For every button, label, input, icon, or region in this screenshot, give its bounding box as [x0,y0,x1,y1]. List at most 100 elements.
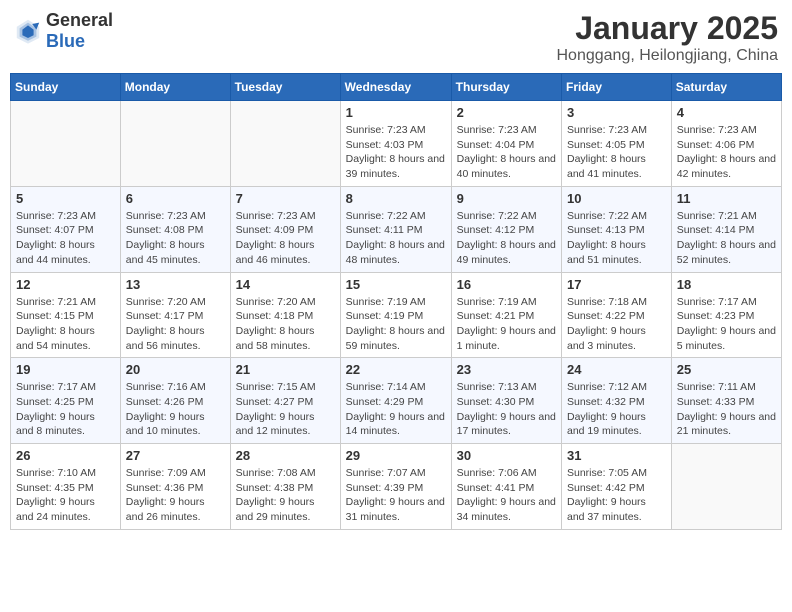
day-info: Sunrise: 7:10 AM Sunset: 4:35 PM Dayligh… [16,466,115,525]
logo-blue: Blue [46,31,85,51]
calendar-cell [230,101,340,187]
page-title: January 2025 [557,10,779,47]
calendar-week-4: 19 Sunrise: 7:17 AM Sunset: 4:25 PM Dayli… [11,358,782,444]
day-number: 1 [346,105,446,120]
day-number: 23 [457,362,556,377]
calendar-cell: 17 Sunrise: 7:18 AM Sunset: 4:22 PM Dayli… [562,272,672,358]
calendar-cell [120,101,230,187]
weekday-header-row: SundayMondayTuesdayWednesdayThursdayFrid… [11,74,782,101]
day-number: 30 [457,448,556,463]
day-number: 15 [346,277,446,292]
calendar-cell: 30 Sunrise: 7:06 AM Sunset: 4:41 PM Dayli… [451,444,561,530]
day-number: 24 [567,362,666,377]
day-number: 27 [126,448,225,463]
day-info: Sunrise: 7:20 AM Sunset: 4:18 PM Dayligh… [236,295,335,354]
day-info: Sunrise: 7:17 AM Sunset: 4:25 PM Dayligh… [16,380,115,439]
logo: General Blue [14,10,113,52]
calendar-cell: 19 Sunrise: 7:17 AM Sunset: 4:25 PM Dayli… [11,358,121,444]
day-info: Sunrise: 7:14 AM Sunset: 4:29 PM Dayligh… [346,380,446,439]
day-number: 2 [457,105,556,120]
day-info: Sunrise: 7:23 AM Sunset: 4:06 PM Dayligh… [677,123,776,182]
day-info: Sunrise: 7:19 AM Sunset: 4:19 PM Dayligh… [346,295,446,354]
day-info: Sunrise: 7:20 AM Sunset: 4:17 PM Dayligh… [126,295,225,354]
calendar-cell: 11 Sunrise: 7:21 AM Sunset: 4:14 PM Dayli… [671,186,781,272]
weekday-header-tuesday: Tuesday [230,74,340,101]
calendar-cell: 18Sunrise: 7:17 AM Sunset: 4:23 PM Dayli… [671,272,781,358]
day-number: 3 [567,105,666,120]
calendar-cell: 8Sunrise: 7:22 AM Sunset: 4:11 PM Daylig… [340,186,451,272]
day-info: Sunrise: 7:22 AM Sunset: 4:12 PM Dayligh… [457,209,556,268]
title-area: January 2025 Honggang, Heilongjiang, Chi… [557,10,779,65]
calendar-week-3: 12Sunrise: 7:21 AM Sunset: 4:15 PM Dayli… [11,272,782,358]
calendar-cell: 3 Sunrise: 7:23 AM Sunset: 4:05 PM Daylig… [562,101,672,187]
calendar-cell: 2Sunrise: 7:23 AM Sunset: 4:04 PM Daylig… [451,101,561,187]
day-info: Sunrise: 7:11 AM Sunset: 4:33 PM Dayligh… [677,380,776,439]
calendar-cell [11,101,121,187]
calendar-cell: 10Sunrise: 7:22 AM Sunset: 4:13 PM Dayli… [562,186,672,272]
day-info: Sunrise: 7:18 AM Sunset: 4:22 PM Dayligh… [567,295,666,354]
day-number: 4 [677,105,776,120]
calendar-cell: 4 Sunrise: 7:23 AM Sunset: 4:06 PM Daylig… [671,101,781,187]
calendar-cell: 16Sunrise: 7:19 AM Sunset: 4:21 PM Dayli… [451,272,561,358]
day-info: Sunrise: 7:06 AM Sunset: 4:41 PM Dayligh… [457,466,556,525]
day-info: Sunrise: 7:21 AM Sunset: 4:14 PM Dayligh… [677,209,776,268]
day-number: 31 [567,448,666,463]
day-info: Sunrise: 7:09 AM Sunset: 4:36 PM Dayligh… [126,466,225,525]
calendar-cell: 21 Sunrise: 7:15 AM Sunset: 4:27 PM Dayli… [230,358,340,444]
calendar-cell: 22 Sunrise: 7:14 AM Sunset: 4:29 PM Dayli… [340,358,451,444]
calendar-cell: 27 Sunrise: 7:09 AM Sunset: 4:36 PM Dayli… [120,444,230,530]
day-number: 11 [677,191,776,206]
calendar-header: SundayMondayTuesdayWednesdayThursdayFrid… [11,74,782,101]
calendar-cell: 12Sunrise: 7:21 AM Sunset: 4:15 PM Dayli… [11,272,121,358]
calendar-cell: 15 Sunrise: 7:19 AM Sunset: 4:19 PM Dayli… [340,272,451,358]
day-info: Sunrise: 7:23 AM Sunset: 4:05 PM Dayligh… [567,123,666,182]
logo-general: General [46,10,113,30]
calendar-cell: 1 Sunrise: 7:23 AM Sunset: 4:03 PM Daylig… [340,101,451,187]
weekday-header-saturday: Saturday [671,74,781,101]
day-info: Sunrise: 7:13 AM Sunset: 4:30 PM Dayligh… [457,380,556,439]
day-info: Sunrise: 7:23 AM Sunset: 4:08 PM Dayligh… [126,209,225,268]
calendar-cell: 9 Sunrise: 7:22 AM Sunset: 4:12 PM Daylig… [451,186,561,272]
day-number: 28 [236,448,335,463]
calendar-cell: 20Sunrise: 7:16 AM Sunset: 4:26 PM Dayli… [120,358,230,444]
calendar-week-2: 5Sunrise: 7:23 AM Sunset: 4:07 PM Daylig… [11,186,782,272]
day-info: Sunrise: 7:08 AM Sunset: 4:38 PM Dayligh… [236,466,335,525]
day-info: Sunrise: 7:22 AM Sunset: 4:13 PM Dayligh… [567,209,666,268]
day-number: 21 [236,362,335,377]
day-info: Sunrise: 7:22 AM Sunset: 4:11 PM Dayligh… [346,209,446,268]
weekday-header-wednesday: Wednesday [340,74,451,101]
calendar-cell: 28 Sunrise: 7:08 AM Sunset: 4:38 PM Dayli… [230,444,340,530]
calendar-week-1: 1 Sunrise: 7:23 AM Sunset: 4:03 PM Daylig… [11,101,782,187]
day-info: Sunrise: 7:19 AM Sunset: 4:21 PM Dayligh… [457,295,556,354]
day-number: 6 [126,191,225,206]
weekday-header-thursday: Thursday [451,74,561,101]
day-number: 22 [346,362,446,377]
weekday-header-friday: Friday [562,74,672,101]
logo-text: General Blue [46,10,113,52]
day-info: Sunrise: 7:15 AM Sunset: 4:27 PM Dayligh… [236,380,335,439]
calendar-cell: 13Sunrise: 7:20 AM Sunset: 4:17 PM Dayli… [120,272,230,358]
day-info: Sunrise: 7:17 AM Sunset: 4:23 PM Dayligh… [677,295,776,354]
day-number: 7 [236,191,335,206]
day-info: Sunrise: 7:23 AM Sunset: 4:03 PM Dayligh… [346,123,446,182]
day-info: Sunrise: 7:07 AM Sunset: 4:39 PM Dayligh… [346,466,446,525]
day-info: Sunrise: 7:12 AM Sunset: 4:32 PM Dayligh… [567,380,666,439]
day-number: 19 [16,362,115,377]
calendar-cell: 29 Sunrise: 7:07 AM Sunset: 4:39 PM Dayli… [340,444,451,530]
day-number: 26 [16,448,115,463]
day-number: 29 [346,448,446,463]
calendar-body: 1 Sunrise: 7:23 AM Sunset: 4:03 PM Daylig… [11,101,782,530]
calendar-cell: 24 Sunrise: 7:12 AM Sunset: 4:32 PM Dayli… [562,358,672,444]
day-number: 20 [126,362,225,377]
calendar-cell: 14Sunrise: 7:20 AM Sunset: 4:18 PM Dayli… [230,272,340,358]
calendar-cell: 31 Sunrise: 7:05 AM Sunset: 4:42 PM Dayli… [562,444,672,530]
calendar-cell: 7Sunrise: 7:23 AM Sunset: 4:09 PM Daylig… [230,186,340,272]
day-number: 25 [677,362,776,377]
day-number: 17 [567,277,666,292]
calendar-week-5: 26 Sunrise: 7:10 AM Sunset: 4:35 PM Dayli… [11,444,782,530]
day-info: Sunrise: 7:05 AM Sunset: 4:42 PM Dayligh… [567,466,666,525]
weekday-header-monday: Monday [120,74,230,101]
day-info: Sunrise: 7:21 AM Sunset: 4:15 PM Dayligh… [16,295,115,354]
day-number: 9 [457,191,556,206]
weekday-header-sunday: Sunday [11,74,121,101]
